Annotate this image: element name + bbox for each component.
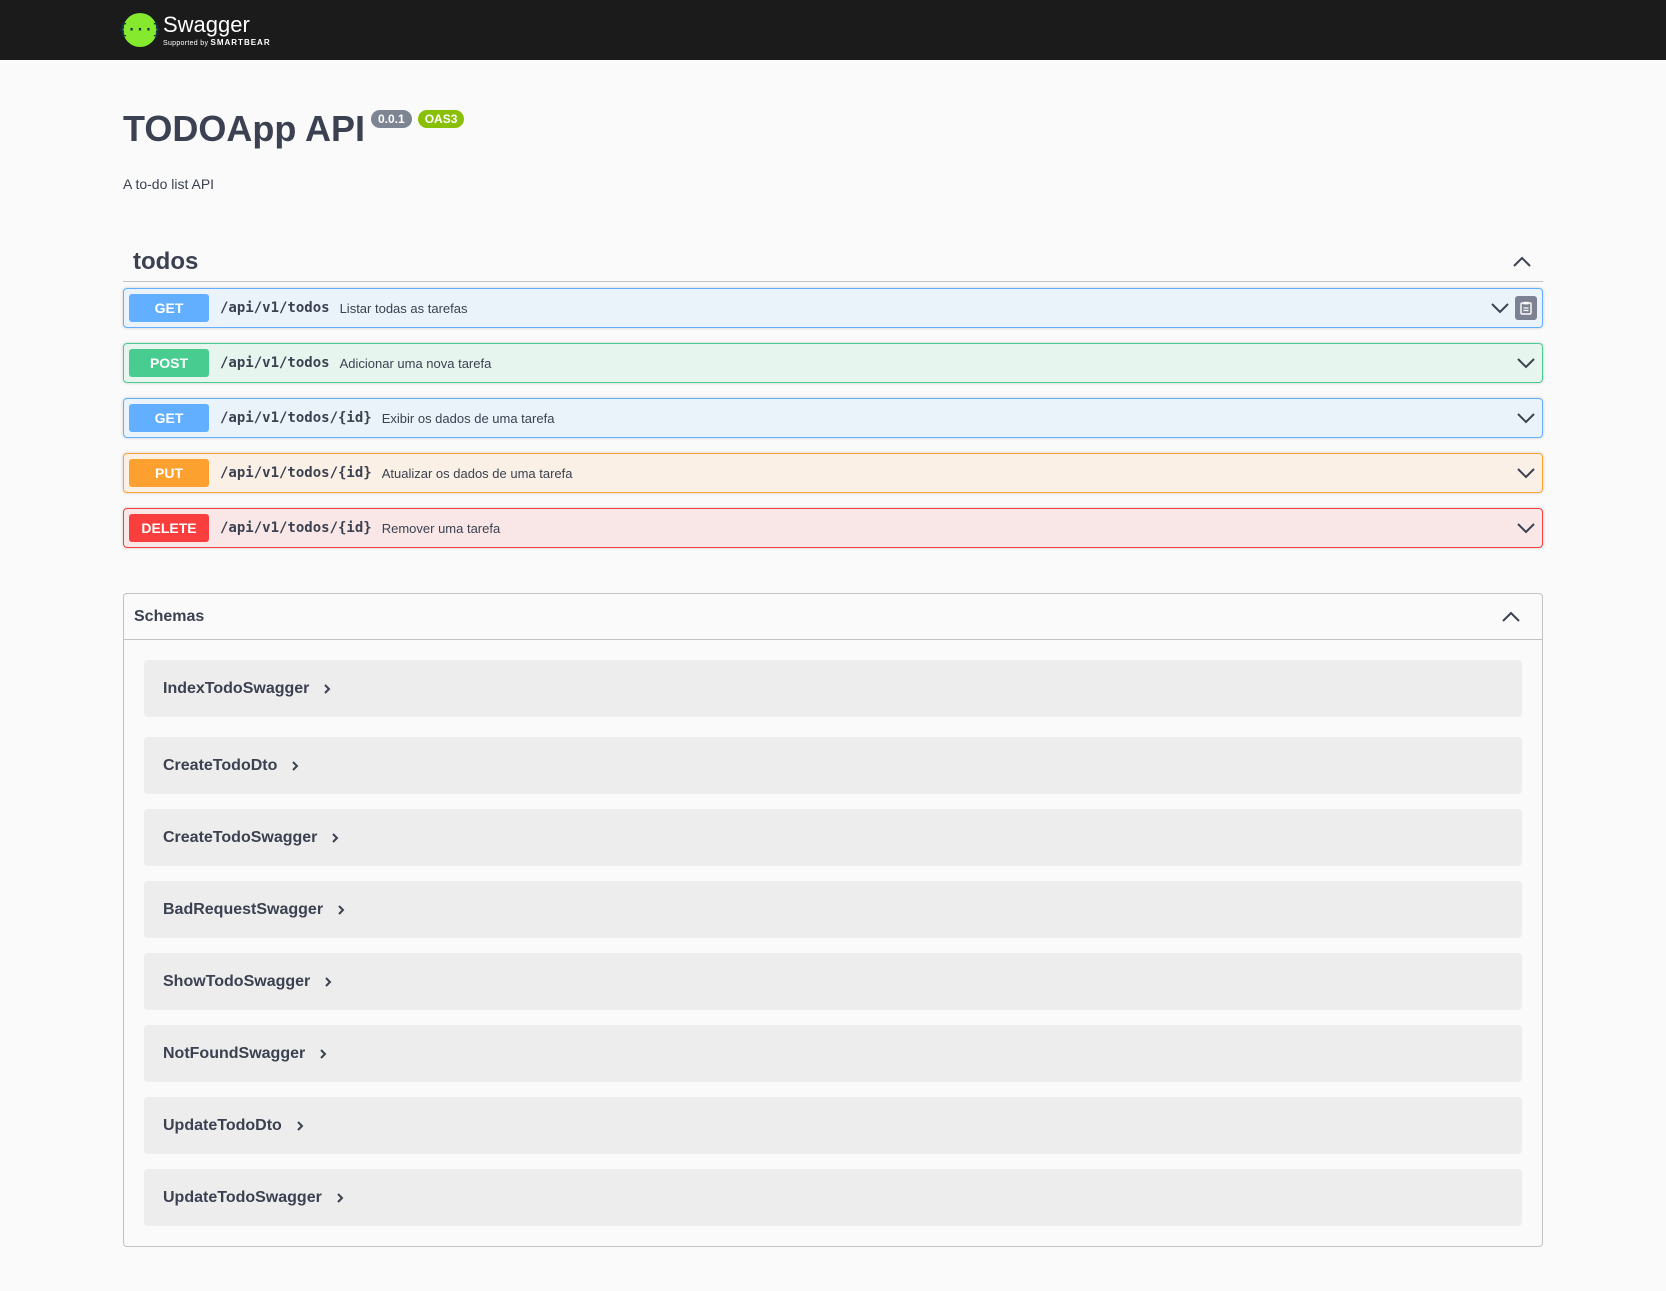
tag-header[interactable]: todos (123, 242, 1543, 282)
operation-put-todo-by-id[interactable]: PUT /api/v1/todos/{id} Atualizar os dado… (123, 453, 1543, 493)
chevron-right-icon[interactable] (324, 976, 332, 988)
title-row: TODOApp API 0.0.1 OAS3 (123, 108, 1543, 150)
chevron-right-icon[interactable] (331, 832, 339, 844)
swagger-logo-icon: {···} (119, 13, 161, 47)
schema-name: UpdateTodoDto (163, 1116, 282, 1134)
tag-section-todos: todos GET /api/v1/todos Listar todas as … (123, 242, 1543, 548)
schema-item[interactable]: UpdateTodoDto (144, 1097, 1522, 1154)
page-title: TODOApp API (123, 108, 365, 149)
oas-badge: OAS3 (417, 110, 465, 128)
schemas-title: Schemas (134, 607, 205, 625)
schema-name: NotFoundSwagger (163, 1044, 306, 1062)
chevron-right-icon[interactable] (336, 1192, 344, 1204)
tag-name: todos (133, 247, 199, 275)
topbar: {···} Swagger Supported by SMARTBEAR (0, 0, 1666, 60)
operation-path: /api/v1/todos (220, 300, 330, 316)
operations-list: GET /api/v1/todos Listar todas as tarefa… (123, 282, 1543, 548)
operation-summary: Exibir os dados de uma tarefa (381, 410, 555, 426)
api-info: TODOApp API 0.0.1 OAS3 A to-do list API (123, 60, 1543, 192)
chevron-down-icon[interactable] (1515, 352, 1537, 374)
operation-delete-todo-by-id[interactable]: DELETE /api/v1/todos/{id} Remover uma ta… (123, 508, 1543, 548)
swagger-logo[interactable]: {···} Swagger Supported by SMARTBEAR (119, 11, 271, 47)
method-badge: GET (129, 294, 209, 322)
chevron-down-icon[interactable] (1515, 462, 1537, 484)
schema-name: ShowTodoSwagger (163, 972, 311, 990)
operation-post-todos[interactable]: POST /api/v1/todos Adicionar uma nova ta… (123, 343, 1543, 383)
operation-get-todo-by-id[interactable]: GET /api/v1/todos/{id} Exibir os dados d… (123, 398, 1543, 438)
schema-name: IndexTodoSwagger (163, 679, 310, 697)
method-badge: POST (129, 349, 209, 377)
operation-summary: Atualizar os dados de uma tarefa (381, 465, 573, 481)
schema-name: CreateTodoDto (163, 756, 278, 774)
operation-path: /api/v1/todos/{id} (220, 520, 372, 536)
schemas-section: Schemas IndexTodoSwagger CreateTodoDto C… (123, 593, 1543, 1247)
chevron-down-icon[interactable] (1515, 517, 1537, 539)
operation-get-todos[interactable]: GET /api/v1/todos Listar todas as tarefa… (123, 288, 1543, 328)
chevron-right-icon[interactable] (291, 760, 299, 772)
clipboard-icon[interactable] (1515, 296, 1537, 320)
logo-name: Swagger (163, 11, 250, 37)
schema-item[interactable]: IndexTodoSwagger (144, 660, 1522, 717)
method-badge: DELETE (129, 514, 209, 542)
operation-path: /api/v1/todos (220, 355, 330, 371)
chevron-down-icon[interactable] (1489, 297, 1511, 319)
version-badge: 0.0.1 (371, 110, 412, 128)
schema-item[interactable]: NotFoundSwagger (144, 1025, 1522, 1082)
chevron-right-icon[interactable] (296, 1120, 304, 1132)
logo-sub-brand: SMARTBEAR (210, 37, 271, 47)
operation-path: /api/v1/todos/{id} (220, 410, 372, 426)
chevron-up-icon[interactable] (1511, 251, 1533, 273)
chevron-down-icon[interactable] (1515, 407, 1537, 429)
schema-item[interactable]: BadRequestSwagger (144, 881, 1522, 938)
schema-item[interactable]: CreateTodoDto (144, 737, 1522, 794)
schema-name: BadRequestSwagger (163, 900, 324, 918)
schema-name: UpdateTodoSwagger (163, 1188, 322, 1206)
chevron-right-icon[interactable] (337, 904, 345, 916)
method-badge: GET (129, 404, 209, 432)
swagger-ui: TODOApp API 0.0.1 OAS3 A to-do list API … (123, 60, 1543, 1247)
schema-item[interactable]: UpdateTodoSwagger (144, 1169, 1522, 1226)
schema-item[interactable]: ShowTodoSwagger (144, 953, 1522, 1010)
schemas-header[interactable]: Schemas (124, 594, 1542, 640)
method-badge: PUT (129, 459, 209, 487)
operation-summary: Adicionar uma nova tarefa (339, 355, 492, 371)
schemas-list: IndexTodoSwagger CreateTodoDto CreateTod… (124, 640, 1542, 1246)
chevron-up-icon[interactable] (1500, 606, 1522, 628)
chevron-right-icon[interactable] (319, 1048, 327, 1060)
schema-name: CreateTodoSwagger (163, 828, 318, 846)
operation-summary: Listar todas as tarefas (339, 300, 468, 316)
logo-sub-prefix: Supported by (163, 39, 209, 47)
logo-sub: Supported by SMARTBEAR (163, 38, 271, 47)
operation-path: /api/v1/todos/{id} (220, 465, 372, 481)
operation-summary: Remover uma tarefa (381, 520, 501, 536)
api-description: A to-do list API (123, 176, 215, 192)
operation-controls (1489, 296, 1537, 320)
chevron-right-icon[interactable] (323, 683, 331, 695)
schema-item[interactable]: CreateTodoSwagger (144, 809, 1522, 866)
logo-text: Swagger Supported by SMARTBEAR (163, 11, 271, 47)
